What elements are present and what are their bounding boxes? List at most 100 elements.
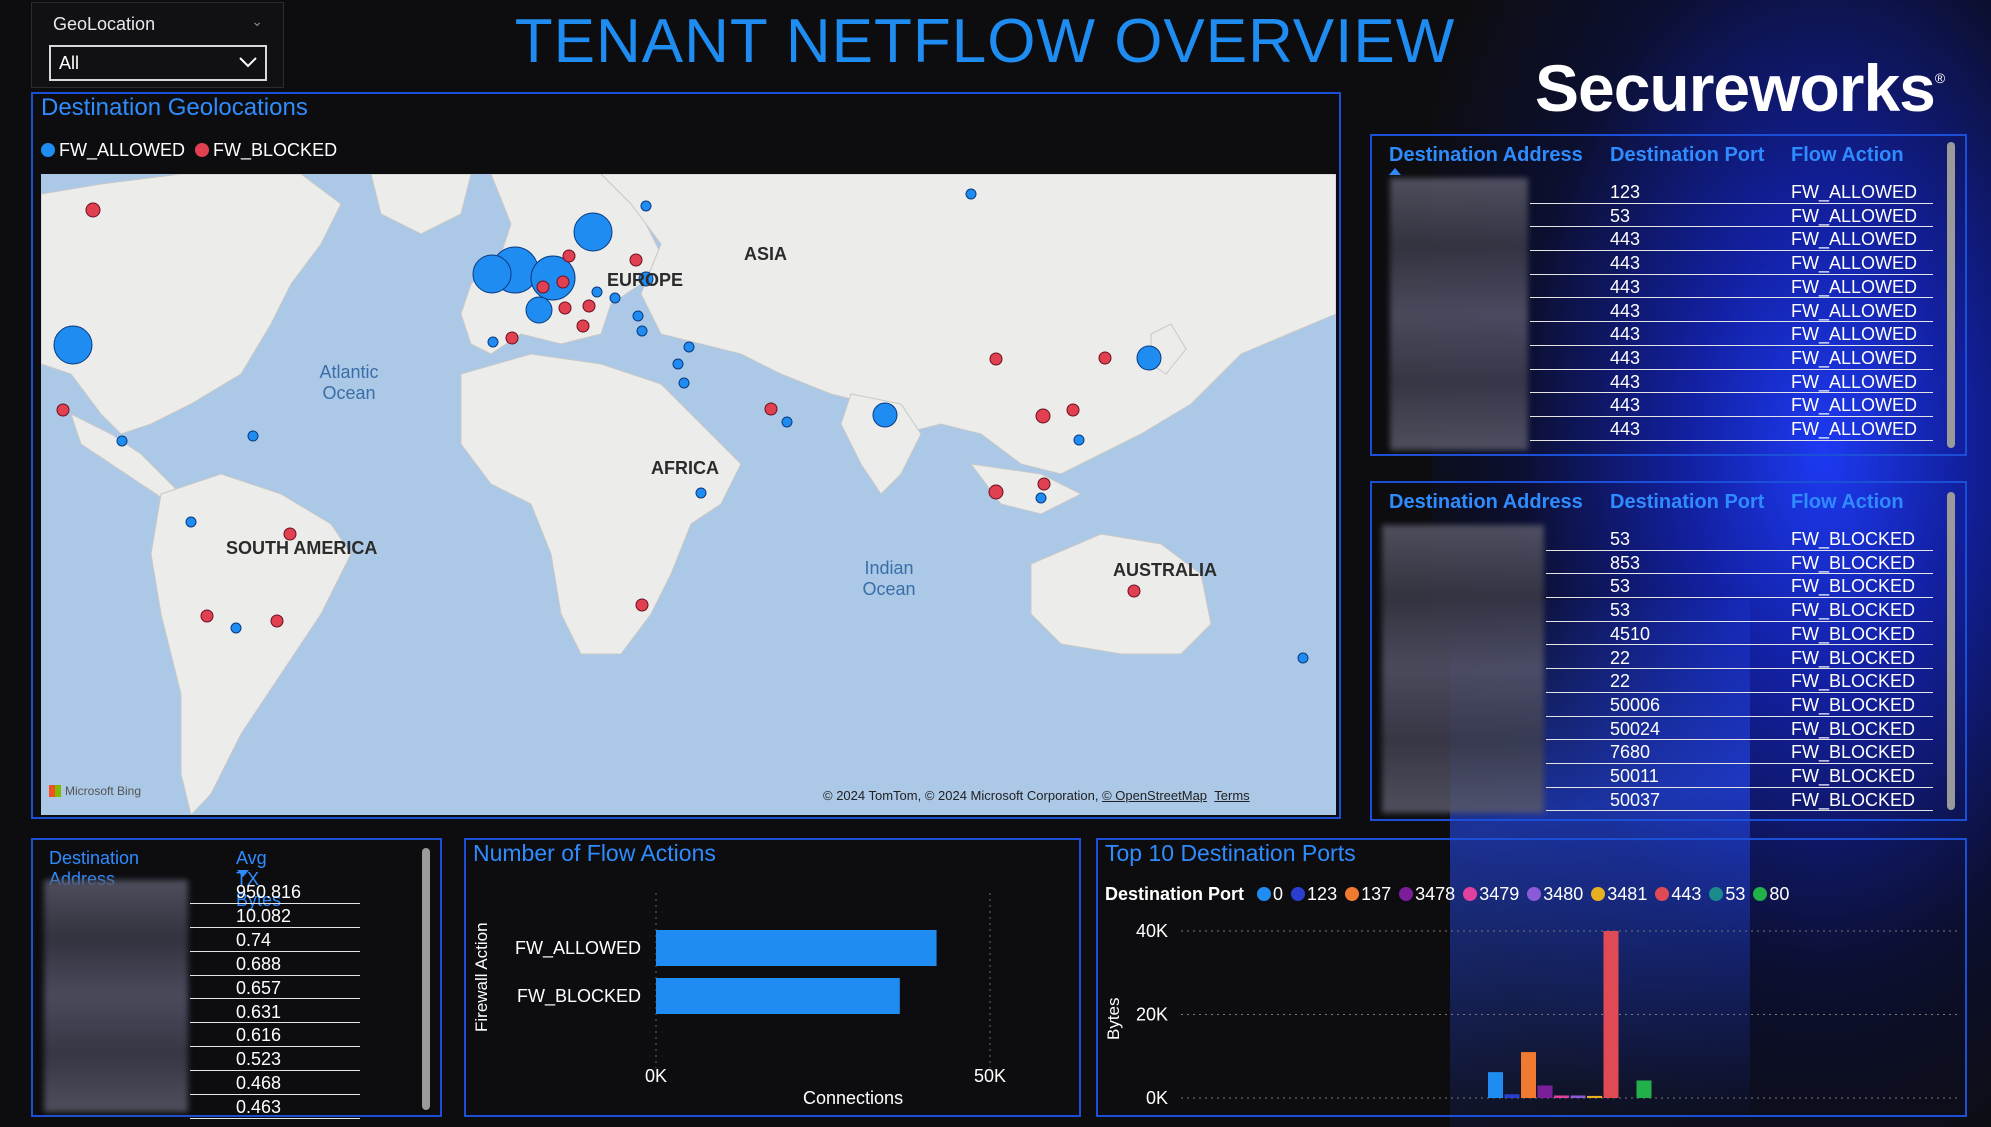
table-row[interactable]: 0.616 xyxy=(190,1023,360,1048)
map-label-europe: EUROPE xyxy=(607,270,684,290)
col-header-destination-port[interactable]: Destination Port xyxy=(1610,144,1764,167)
table-row[interactable]: 443 FW_ALLOWED xyxy=(1530,346,1933,370)
cell-destination-port: 53 xyxy=(1610,600,1631,621)
sort-asc-icon xyxy=(1389,168,1401,175)
category-label: FW_BLOCKED xyxy=(517,986,641,1007)
cell-flow-action: FW_BLOCKED xyxy=(1791,694,1916,715)
table-row[interactable]: 53 FW_BLOCKED xyxy=(1546,598,1933,622)
col-header-destination-port[interactable]: Destination Port xyxy=(1610,491,1764,514)
table-row[interactable]: 22 FW_BLOCKED xyxy=(1546,669,1933,693)
table-row[interactable]: 443 FW_ALLOWED xyxy=(1530,417,1933,441)
table-row[interactable]: 50011 FW_BLOCKED xyxy=(1546,764,1933,788)
sort-desc-icon xyxy=(237,870,249,877)
table-row[interactable]: 950.816 xyxy=(190,880,360,904)
bing-text: Microsoft Bing xyxy=(65,784,142,798)
indian-line1: Indian xyxy=(864,558,914,578)
map-label-south-america: SOUTH AMERICA xyxy=(226,538,378,558)
table-row[interactable]: 53 FW_BLOCKED xyxy=(1546,574,1933,599)
y-tick-label: 0K xyxy=(1146,1088,1168,1108)
terms-link[interactable]: Terms xyxy=(1214,788,1249,803)
bar-port-123[interactable] xyxy=(1504,1094,1520,1098)
table-row[interactable]: 50006 FW_BLOCKED xyxy=(1546,693,1933,717)
bar-port-80[interactable] xyxy=(1636,1080,1652,1098)
table-row[interactable]: 7680 FW_BLOCKED xyxy=(1546,740,1933,764)
bar-port-443[interactable] xyxy=(1603,931,1619,1098)
bar-port-0[interactable] xyxy=(1488,1072,1503,1098)
legend-item-allowed[interactable]: FW_ALLOWED xyxy=(41,140,185,160)
table-row[interactable]: 0.468 xyxy=(190,1071,360,1096)
cell-flow-action: FW_ALLOWED xyxy=(1791,182,1918,202)
category-label: FW_ALLOWED xyxy=(515,938,641,959)
table-row[interactable]: 0.74 xyxy=(190,928,360,952)
col-header-destination-address[interactable]: Destination Address xyxy=(1389,144,1583,167)
table-row[interactable]: 53 FW_BLOCKED xyxy=(1546,527,1933,551)
cell-destination-port: 50011 xyxy=(1610,766,1659,786)
table-row[interactable]: 0.463 xyxy=(190,1095,360,1119)
atlantic-line1: Atlantic xyxy=(319,362,379,382)
col-header-flow-action[interactable]: Flow Action xyxy=(1791,491,1904,514)
table-row[interactable]: 443 FW_ALLOWED xyxy=(1530,393,1933,417)
bar-port-3480[interactable] xyxy=(1570,1095,1586,1098)
allowed-dot-icon xyxy=(41,143,55,157)
cell-flow-action: FW_ALLOWED xyxy=(1791,276,1918,297)
legend-item-blocked[interactable]: FW_BLOCKED xyxy=(195,140,337,160)
world-map[interactable]: ASIA EUROPE AFRICA SOUTH AMERICA AUSTRAL… xyxy=(41,174,1336,815)
table-row[interactable]: 0.523 xyxy=(190,1047,360,1072)
table-row[interactable]: 0.657 xyxy=(190,976,360,1000)
registered-mark: ® xyxy=(1934,70,1945,86)
table-row[interactable]: 443 FW_ALLOWED xyxy=(1530,322,1933,346)
table-row[interactable]: 22 FW_BLOCKED xyxy=(1546,646,1933,670)
table-row[interactable]: 443 FW_ALLOWED xyxy=(1530,299,1933,323)
cell-avg-tx-bytes: 0.523 xyxy=(236,1049,282,1070)
bar-port-3478[interactable] xyxy=(1537,1085,1553,1098)
table-row[interactable]: 443 FW_ALLOWED xyxy=(1530,370,1933,394)
cell-flow-action: FW_BLOCKED xyxy=(1791,623,1916,644)
redacted-addresses xyxy=(1382,525,1544,813)
allowed-scrollbar[interactable] xyxy=(1947,142,1955,448)
secureworks-logo: Secureworks® xyxy=(1535,50,1945,126)
cell-destination-port: 53 xyxy=(1610,576,1631,597)
osm-link[interactable]: © OpenStreetMap xyxy=(1102,788,1207,803)
table-row[interactable]: 443 FW_ALLOWED xyxy=(1530,251,1933,275)
table-row[interactable]: 0.631 xyxy=(190,1000,360,1024)
tx-scrollbar[interactable] xyxy=(422,848,430,1110)
cell-flow-action: FW_BLOCKED xyxy=(1791,529,1916,549)
flow-chart-svg: 0K 50K FW_ALLOWED FW_BLOCKED xyxy=(515,893,1006,1086)
blocked-scrollbar[interactable] xyxy=(1947,492,1955,810)
cell-avg-tx-bytes: 0.657 xyxy=(236,977,282,998)
table-row[interactable]: 443 FW_ALLOWED xyxy=(1530,227,1933,252)
cell-flow-action: FW_ALLOWED xyxy=(1791,253,1918,274)
bar-fw-allowed[interactable] xyxy=(656,930,937,966)
cell-flow-action: FW_ALLOWED xyxy=(1791,371,1918,392)
col-header-destination-address[interactable]: Destination Address xyxy=(1389,491,1583,514)
bar-port-137[interactable] xyxy=(1521,1052,1536,1098)
cell-flow-action: FW_BLOCKED xyxy=(1791,552,1916,573)
table-row[interactable]: 123 FW_ALLOWED xyxy=(1530,180,1933,204)
table-row[interactable]: 853 FW_BLOCKED xyxy=(1546,551,1933,575)
bar-fw-blocked[interactable] xyxy=(656,978,900,1014)
map-label-indian: Indian Ocean xyxy=(849,558,929,600)
table-row[interactable]: 53 FW_ALLOWED xyxy=(1530,204,1933,228)
cell-avg-tx-bytes: 0.463 xyxy=(236,1097,282,1118)
legend-label-allowed: FW_ALLOWED xyxy=(59,140,186,160)
table-row[interactable]: 50037 FW_BLOCKED xyxy=(1546,788,1933,812)
table-row[interactable]: 0.688 xyxy=(190,952,360,976)
cell-destination-port: 22 xyxy=(1610,671,1631,692)
legend-label-blocked: FW_BLOCKED xyxy=(213,140,338,160)
bar-port-3481[interactable] xyxy=(1587,1095,1602,1098)
table-row[interactable]: 4510 FW_BLOCKED xyxy=(1546,622,1933,646)
col-header-flow-action[interactable]: Flow Action xyxy=(1791,144,1904,167)
x-tick-label: 50K xyxy=(974,1066,1006,1086)
table-row[interactable]: 443 FW_ALLOWED xyxy=(1530,275,1933,299)
redacted-addresses xyxy=(44,880,188,1112)
table-row[interactable]: 10.082 xyxy=(190,904,360,928)
y-tick-label: 20K xyxy=(1136,1005,1168,1025)
table-row[interactable]: 50024 FW_BLOCKED xyxy=(1546,717,1933,741)
cell-avg-tx-bytes: 0.631 xyxy=(236,1001,282,1022)
map-label-africa: AFRICA xyxy=(651,458,719,478)
cell-destination-port: 443 xyxy=(1610,229,1641,250)
y-tick-label: 40K xyxy=(1136,921,1168,941)
cell-flow-action: FW_BLOCKED xyxy=(1791,671,1916,692)
bar-port-3479[interactable] xyxy=(1554,1095,1569,1098)
cell-flow-action: FW_ALLOWED xyxy=(1791,324,1918,345)
